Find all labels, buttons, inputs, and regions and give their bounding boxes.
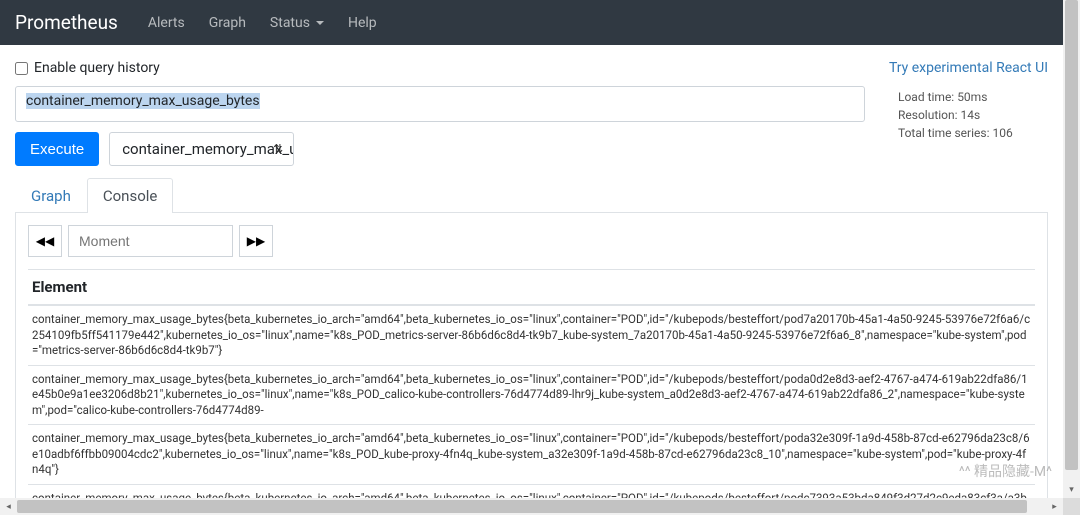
horizontal-scrollbar[interactable]: ◂ ▸ — [0, 498, 1063, 515]
results-table: Element container_memory_max_usage_bytes… — [28, 269, 1035, 498]
select-caret-icon: ⇅ — [273, 142, 283, 156]
enable-history-input[interactable] — [15, 62, 28, 75]
stat-load-time: Load time: 50ms — [898, 88, 1048, 106]
metric-select-value: container_memory_max_u — [122, 140, 294, 158]
tab-graph[interactable]: Graph — [15, 178, 87, 213]
chevron-down-icon — [316, 21, 324, 25]
stat-total-series: Total time series: 106 — [898, 124, 1048, 142]
table-row: container_memory_max_usage_bytes{beta_ku… — [28, 305, 1035, 365]
navbar-brand[interactable]: Prometheus — [15, 11, 118, 34]
nav-status-label: Status — [270, 15, 310, 31]
nav-help[interactable]: Help — [336, 9, 389, 37]
scrollbar-corner — [1063, 498, 1080, 515]
vertical-scrollbar[interactable]: ▾ — [1063, 0, 1080, 498]
metric-select[interactable]: container_memory_max_u ⇅ — [109, 132, 294, 166]
horizontal-scrollbar-thumb[interactable] — [17, 500, 1027, 513]
table-row: container_memory_max_usage_bytes{beta_ku… — [28, 365, 1035, 425]
enable-history-checkbox[interactable]: Enable query history — [15, 60, 160, 76]
time-forward-button[interactable]: ▶▶ — [239, 225, 273, 257]
table-row: container_memory_max_usage_bytes{beta_ku… — [28, 484, 1035, 498]
result-element-cell: container_memory_max_usage_bytes{beta_ku… — [28, 425, 1035, 485]
table-row: container_memory_max_usage_bytes{beta_ku… — [28, 425, 1035, 485]
results-header-element: Element — [28, 270, 1035, 306]
expression-input[interactable]: container_memory_max_usage_bytes — [15, 86, 865, 122]
vertical-scrollbar-thumb[interactable] — [1065, 0, 1078, 470]
nav-alerts[interactable]: Alerts — [136, 9, 197, 37]
double-chevron-right-icon: ▶▶ — [247, 234, 265, 248]
execute-button[interactable]: Execute — [15, 132, 99, 166]
result-element-cell: container_memory_max_usage_bytes{beta_ku… — [28, 484, 1035, 498]
react-ui-link[interactable]: Try experimental React UI — [889, 60, 1048, 76]
navbar: Prometheus Alerts Graph Status Help — [0, 0, 1063, 45]
scroll-left-icon[interactable]: ◂ — [0, 498, 17, 515]
enable-history-label: Enable query history — [34, 60, 160, 76]
nav-graph[interactable]: Graph — [197, 9, 258, 37]
scroll-down-icon[interactable]: ▾ — [1063, 481, 1080, 498]
query-stats: Load time: 50ms Resolution: 14s Total ti… — [898, 86, 1048, 142]
tab-console[interactable]: Console — [87, 178, 174, 213]
moment-input[interactable] — [68, 225, 233, 257]
result-element-cell: container_memory_max_usage_bytes{beta_ku… — [28, 305, 1035, 365]
time-back-button[interactable]: ◀◀ — [28, 225, 62, 257]
scroll-right-icon[interactable]: ▸ — [1046, 498, 1063, 515]
nav-status[interactable]: Status — [258, 9, 336, 37]
console-panel: ◀◀ ▶▶ Element container_memory_max_usage… — [15, 213, 1048, 498]
result-element-cell: container_memory_max_usage_bytes{beta_ku… — [28, 365, 1035, 425]
stat-resolution: Resolution: 14s — [898, 106, 1048, 124]
result-tabs: Graph Console — [15, 178, 1048, 213]
double-chevron-left-icon: ◀◀ — [36, 234, 54, 248]
